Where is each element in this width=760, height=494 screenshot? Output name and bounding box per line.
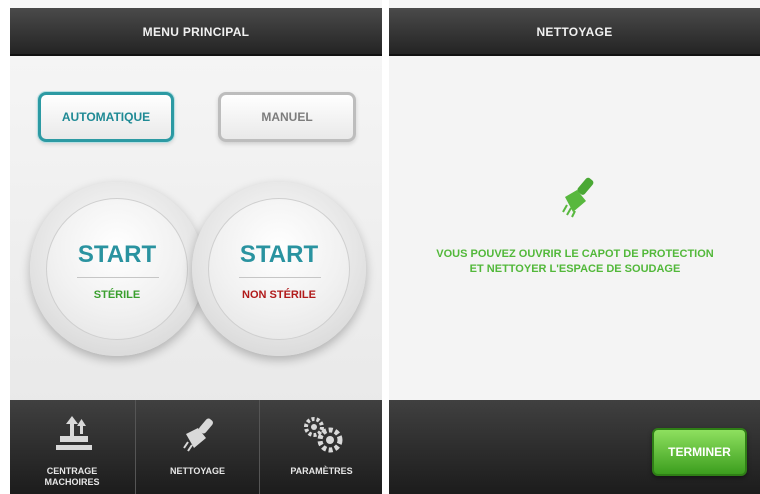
start-sterile-face[interactable]: START STÉRILE xyxy=(46,198,188,340)
start-sterile-divider xyxy=(77,277,159,278)
finish-button[interactable]: TERMINER xyxy=(652,428,747,476)
nav-nettoyage-line1: NETTOYAGE xyxy=(169,466,225,476)
brush-icon xyxy=(562,177,594,218)
start-non-sterile-label: START xyxy=(239,241,319,268)
gears-icon xyxy=(304,417,343,453)
nav-nettoyage-label: NETTOYAGE xyxy=(136,466,259,477)
manual-mode-button[interactable]: MANUEL xyxy=(218,92,356,142)
start-sterile-label: START xyxy=(77,241,157,268)
screen-divider xyxy=(382,0,389,494)
bottom-nav-bar: CENTRAGE MACHOIRES NETTOYAGE PARAMÈTRES xyxy=(10,400,382,494)
main-menu-title: MENU PRINCIPAL xyxy=(142,25,250,39)
nav-centrage-machoires[interactable]: CENTRAGE MACHOIRES xyxy=(10,400,134,494)
cleaning-screen: NETTOYAGE VOUS POUVEZ OUVRIR LE CAPOT DE… xyxy=(389,0,760,494)
nav-centrage-line2: MACHOIRES xyxy=(44,477,100,487)
start-non-sterile-button[interactable]: START NON STÉRILE xyxy=(192,182,366,356)
nav-parametres-line1: PARAMÈTRES xyxy=(290,466,353,476)
start-sterile-button[interactable]: START STÉRILE xyxy=(30,182,204,356)
centering-jaws-icon xyxy=(56,416,92,450)
brush-icon xyxy=(183,418,213,452)
automatic-mode-label: AUTOMATIQUE xyxy=(61,110,151,124)
non-sterile-sublabel: NON STÉRILE xyxy=(242,289,316,301)
main-menu-screen: MENU PRINCIPAL AUTOMATIQUE MANUEL START … xyxy=(10,0,382,494)
sterile-sublabel: STÉRILE xyxy=(93,289,141,301)
start-non-sterile-divider xyxy=(239,277,321,278)
cleaning-bottom-bar: TERMINER xyxy=(389,400,760,494)
nav-centrage-label: CENTRAGE MACHOIRES xyxy=(10,466,134,488)
nav-parametres-label: PARAMÈTRES xyxy=(260,466,382,477)
finish-button-label: TERMINER xyxy=(668,445,731,459)
cleaning-message: VOUS POUVEZ OUVRIR LE CAPOT DE PROTECTIO… xyxy=(399,247,751,277)
nav-nettoyage[interactable]: NETTOYAGE xyxy=(135,400,259,494)
main-menu-header: MENU PRINCIPAL xyxy=(10,8,382,56)
manual-mode-label: MANUEL xyxy=(261,110,313,124)
cleaning-header: NETTOYAGE xyxy=(389,8,760,56)
automatic-mode-button[interactable]: AUTOMATIQUE xyxy=(38,92,174,142)
start-non-sterile-face[interactable]: START NON STÉRILE xyxy=(208,198,350,340)
cleaning-message-line1: VOUS POUVEZ OUVRIR LE CAPOT DE PROTECTIO… xyxy=(436,248,714,260)
cleaning-message-line2: ET NETTOYER L'ESPACE DE SOUDAGE xyxy=(469,263,681,275)
cleaning-title: NETTOYAGE xyxy=(536,25,613,39)
nav-parametres[interactable]: PARAMÈTRES xyxy=(259,400,382,494)
nav-centrage-line1: CENTRAGE xyxy=(46,466,98,476)
